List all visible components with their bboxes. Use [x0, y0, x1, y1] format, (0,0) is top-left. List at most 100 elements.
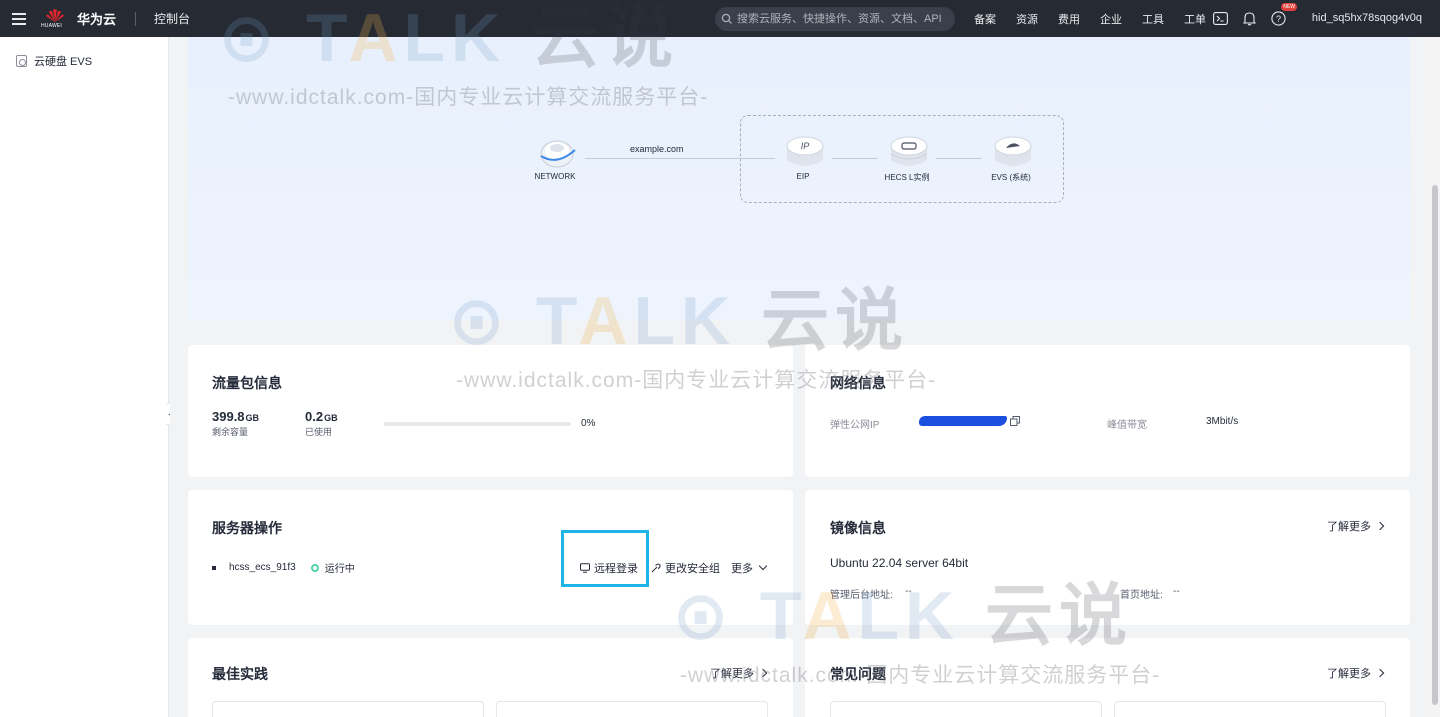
change-security-group-button[interactable]: 更改安全组 [651, 560, 720, 576]
new-badge: NEW [1281, 3, 1297, 11]
practice-item[interactable] [212, 701, 484, 717]
domain-label: example.com [630, 144, 684, 154]
card-title: 流量包信息 [212, 375, 282, 391]
eip-icon: IP [783, 134, 824, 168]
card-title: 服务器操作 [212, 520, 282, 536]
eip-value-redacted [919, 416, 1007, 426]
card-title: 常见问题 [830, 666, 886, 682]
brand-name: 华为云 [77, 12, 117, 27]
highlight-box [561, 530, 649, 587]
nav-beian[interactable]: 备案 [974, 11, 996, 27]
learn-more-label: 了解更多 [710, 668, 754, 680]
server-operations-card: 服务器操作 hcss_ecs_91f3 运行中 远程登录 更改安全组 更多 [188, 490, 793, 625]
remaining-label: 剩余容量 [212, 427, 249, 437]
menu-icon[interactable] [0, 0, 37, 37]
chevron-right-icon [1375, 521, 1385, 531]
node-label: EVS (系统) [991, 173, 1031, 182]
used-value: 0.2 [305, 409, 324, 424]
scrollbar-thumb[interactable] [1432, 185, 1438, 705]
server-name[interactable]: hcss_ecs_91f3 [229, 562, 296, 573]
learn-more-link[interactable]: 了解更多 [710, 665, 768, 681]
disk-icon [16, 55, 27, 67]
used-label: 已使用 [305, 427, 333, 437]
home-address-value: -- [1173, 586, 1180, 597]
admin-address-value: -- [905, 586, 912, 597]
bandwidth-value: 3Mbit/s [1206, 416, 1239, 427]
cloud-shell-icon[interactable] [1212, 10, 1229, 27]
evs-node: EVS (系统) [966, 134, 1056, 183]
remaining-unit: GB [245, 413, 260, 423]
practice-item[interactable] [496, 701, 768, 717]
global-search[interactable] [715, 7, 955, 31]
card-title: 镜像信息 [830, 520, 886, 536]
learn-more-link[interactable]: 了解更多 [1327, 665, 1385, 681]
sidebar-item-evs[interactable]: 云硬盘 EVS [16, 53, 92, 69]
faq-item[interactable] [830, 701, 1102, 717]
nav-tickets[interactable]: 工单 [1184, 11, 1206, 27]
more-dropdown[interactable]: 更多 [731, 560, 768, 576]
card-title: 网络信息 [830, 375, 886, 391]
sidebar: 云硬盘 EVS [0, 37, 169, 717]
sidebar-item-label: 云硬盘 EVS [34, 56, 93, 68]
status-running-icon [310, 563, 319, 572]
divider [135, 11, 137, 26]
search-icon [721, 13, 732, 24]
security-group-icon [651, 563, 661, 573]
bell-icon[interactable] [1241, 10, 1258, 27]
change-sg-label: 更改安全组 [665, 563, 720, 575]
network-node: NETWORK [510, 134, 600, 181]
huawei-logo-icon: HUAWEI [41, 7, 66, 31]
top-tool-icons: ? NEW [1212, 0, 1297, 37]
node-label: NETWORK [534, 172, 576, 181]
usage-percent: 0% [581, 418, 596, 429]
server-status: 运行中 [324, 564, 355, 575]
server-row: hcss_ecs_91f3 运行中 [212, 560, 355, 575]
console-link[interactable]: 控制台 [154, 10, 190, 27]
svg-text:IP: IP [801, 141, 810, 151]
search-input[interactable] [737, 13, 947, 25]
best-practice-card: 最佳实践 了解更多 [188, 638, 793, 717]
faq-item[interactable] [1114, 701, 1386, 717]
copy-icon[interactable] [1010, 416, 1020, 426]
nav-billing[interactable]: 费用 [1058, 11, 1080, 27]
used-stat: 0.2GB 已使用 [305, 409, 338, 438]
logo-subtext: HUAWEI [41, 22, 63, 29]
disk-storage-icon [991, 134, 1032, 168]
network-info-card: 网络信息 弹性公网IP 峰值带宽 3Mbit/s [805, 345, 1410, 477]
top-nav-links: 备案 资源 费用 企业 工具 工单 [964, 0, 1216, 37]
remaining-stat: 399.8GB 剩余容量 [212, 409, 259, 438]
bandwidth-label: 峰值带宽 [1107, 420, 1147, 431]
huawei-logo[interactable]: HUAWEI 华为云 [41, 7, 117, 31]
connector-line [585, 158, 775, 159]
learn-more-label: 了解更多 [1327, 521, 1371, 533]
learn-more-link[interactable]: 了解更多 [1327, 518, 1385, 534]
server-icon [887, 134, 928, 168]
username[interactable]: hid_sq5hx78sqog4v0q [1312, 12, 1422, 24]
usage-progress-bar [384, 422, 571, 426]
bullet-icon [212, 565, 216, 570]
nav-tools[interactable]: 工具 [1142, 11, 1164, 27]
more-label: 更多 [731, 563, 753, 575]
node-label: HECS L实例 [884, 173, 930, 182]
learn-more-label: 了解更多 [1327, 668, 1371, 680]
chevron-down-icon [758, 561, 768, 571]
chevron-right-icon [1375, 668, 1385, 678]
nav-resources[interactable]: 资源 [1016, 11, 1038, 27]
eip-node: IP EIP [758, 134, 848, 181]
node-label: EIP [796, 172, 810, 181]
remaining-value: 399.8 [212, 409, 245, 424]
hecs-node: HECS L实例 [862, 134, 952, 183]
nav-enterprise[interactable]: 企业 [1100, 11, 1122, 27]
globe-icon [535, 134, 576, 168]
eip-label: 弹性公网IP [830, 420, 880, 431]
caret-icon: ▶ [206, 28, 213, 38]
top-navbar: HUAWEI 华为云 控制台 备案 资源 费用 企业 工具 工单 ? NEW h… [0, 0, 1440, 37]
scrollbar[interactable] [1429, 37, 1440, 717]
card-title: 最佳实践 [212, 666, 268, 682]
faq-card: 常见问题 了解更多 [805, 638, 1410, 717]
used-unit: GB [324, 413, 338, 423]
admin-address-label: 管理后台地址: [830, 590, 893, 601]
help-icon[interactable]: ? NEW [1270, 3, 1297, 27]
svg-text:?: ? [1276, 14, 1281, 24]
traffic-package-card: 流量包信息 399.8GB 剩余容量 0.2GB 已使用 0% [188, 345, 793, 477]
